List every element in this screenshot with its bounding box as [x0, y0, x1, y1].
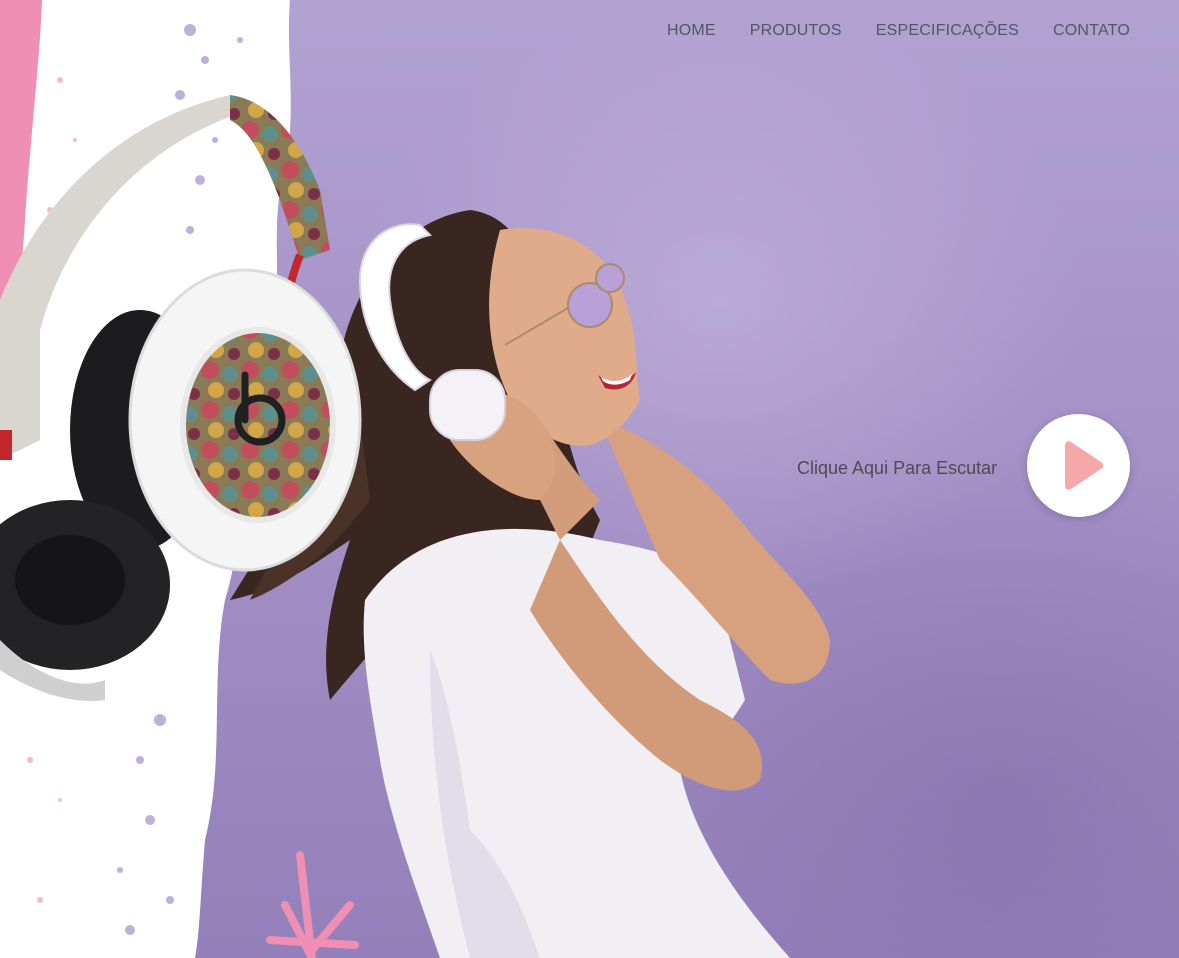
nav-produtos-link[interactable]: PRODUTOS	[750, 20, 842, 42]
nav-contato-link[interactable]: CONTATO	[1053, 20, 1130, 42]
nav-especificacoes-link[interactable]: ESPECIFICAÇÕES	[876, 20, 1019, 42]
main-navigation: HOME PRODUTOS ESPECIFICAÇÕES CONTATO	[667, 20, 1130, 42]
headphones-product-image	[0, 95, 362, 701]
play-icon	[1065, 441, 1104, 490]
listen-cta-label[interactable]: Clique Aqui Para Escutar	[797, 457, 997, 479]
hero-section: HOME PRODUTOS ESPECIFICAÇÕES CONTATO Cli…	[0, 0, 1179, 958]
play-button[interactable]	[1027, 414, 1130, 517]
nav-home-link[interactable]: HOME	[667, 20, 716, 42]
